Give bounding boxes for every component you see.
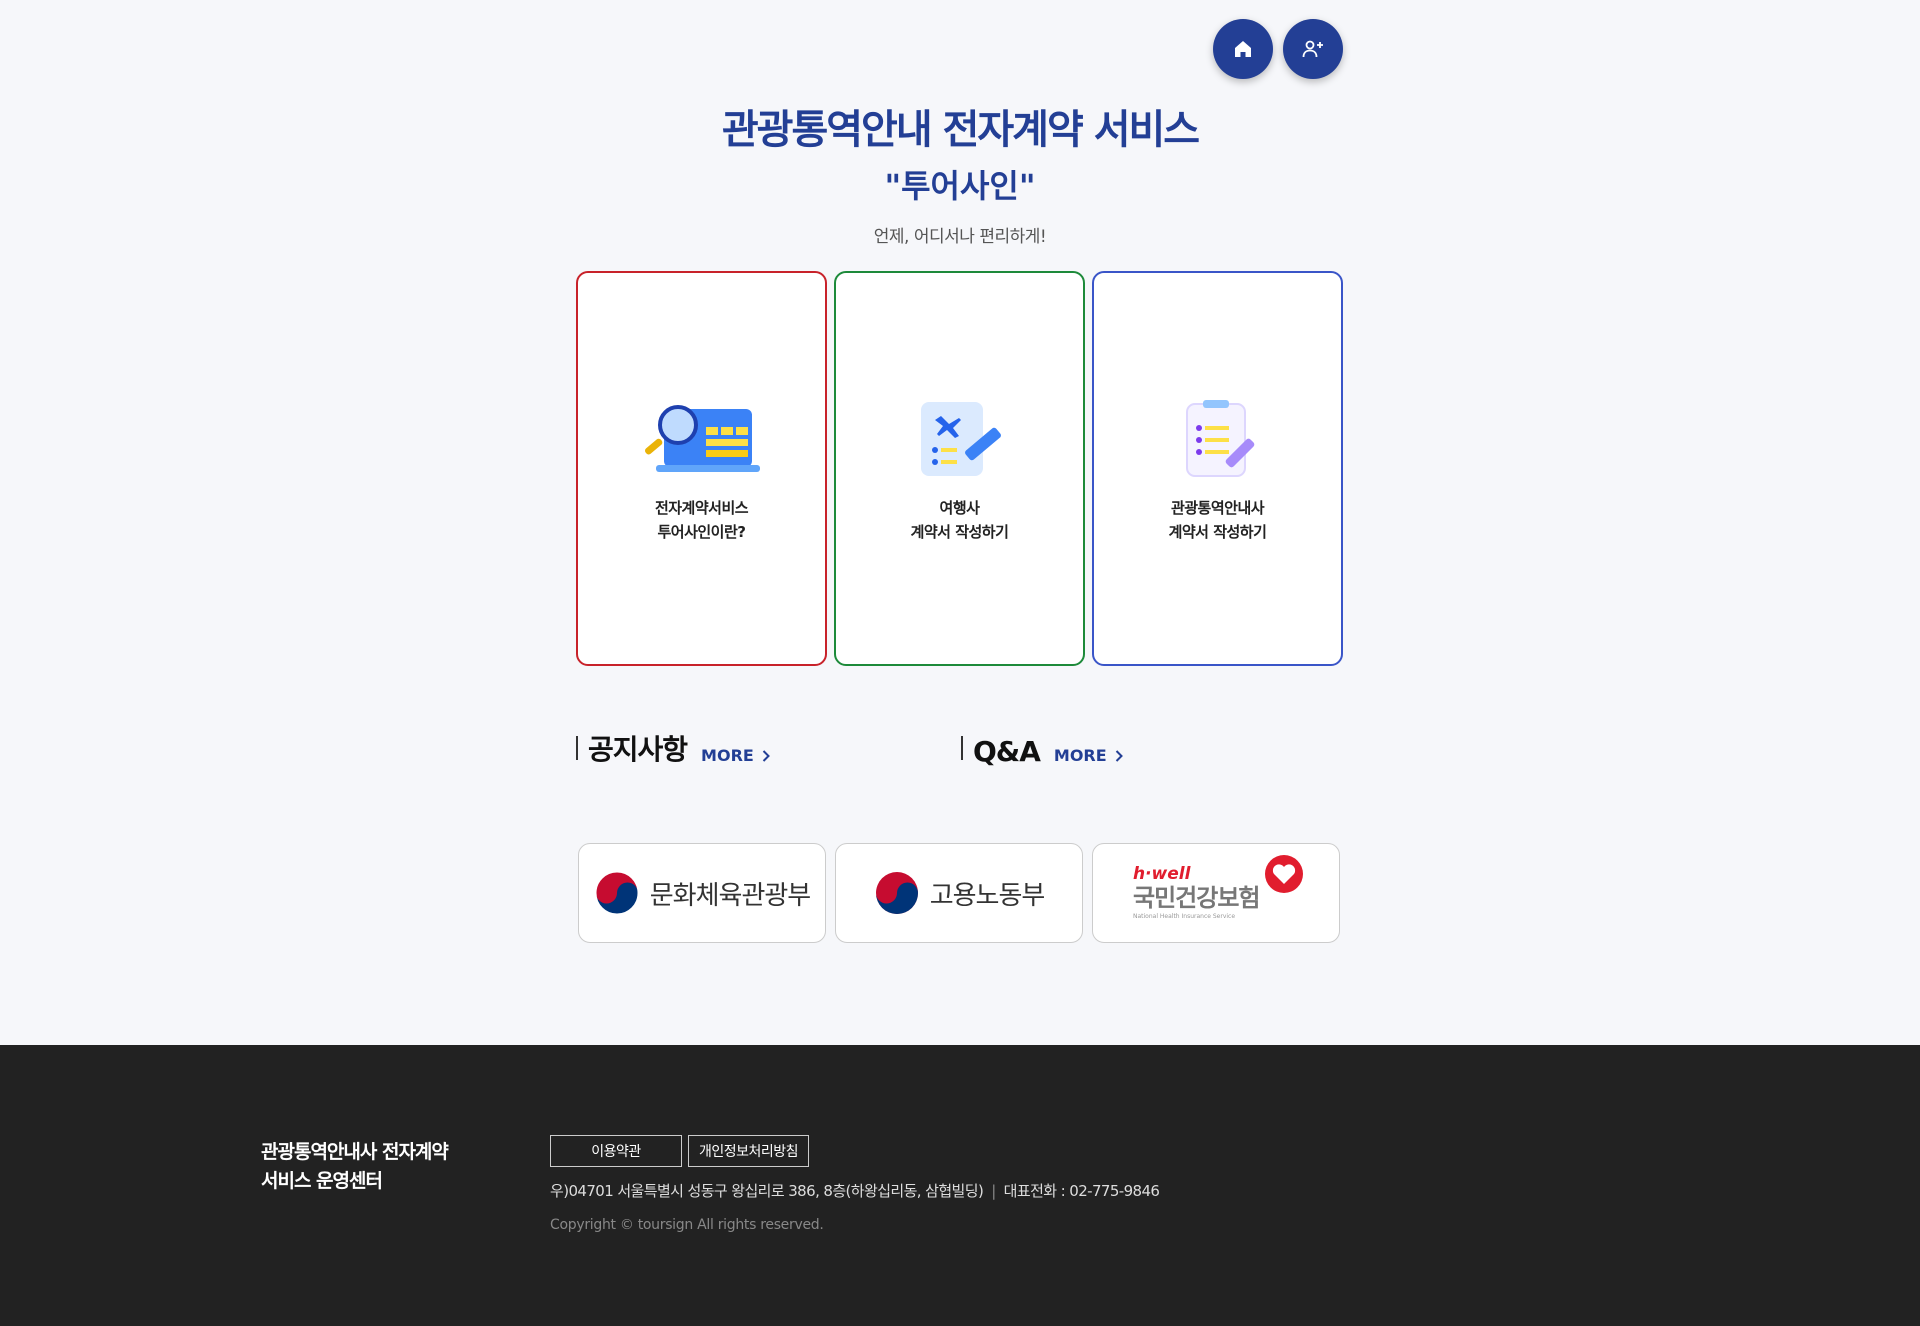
home-button[interactable] — [1213, 19, 1273, 79]
top-actions — [1213, 19, 1343, 79]
title-bar — [961, 736, 963, 760]
card-agency-contract[interactable]: 여행사 계약서 작성하기 — [834, 271, 1085, 666]
travel-document-icon — [900, 394, 1020, 484]
partner-mcst[interactable]: 문화체육관광부 — [578, 843, 826, 943]
card-guide-contract[interactable]: 관광통역안내사 계약서 작성하기 — [1092, 271, 1343, 666]
service-name: "투어사인" — [884, 167, 1036, 205]
qna-more-link[interactable]: MORE — [1054, 746, 1123, 765]
partner-name: 국민건강보험 — [1133, 884, 1260, 912]
footer-address: 우)04701 서울특별시 성동구 왕십리로 386, 8층(하왕십리동, 삼협… — [550, 1182, 1160, 1200]
partner-brand: h·well — [1133, 864, 1191, 884]
notice-board: 공지사항 MORE — [576, 728, 961, 768]
card-label: 여행사 계약서 작성하기 — [910, 498, 1009, 541]
footer-org-name: 관광통역안내사 전자계약 서비스 운영센터 — [261, 1141, 449, 1192]
taegeuk-logo-icon — [875, 872, 918, 914]
qna-title: Q&A — [973, 735, 1041, 768]
notice-more-link[interactable]: MORE — [701, 746, 770, 765]
signup-button[interactable] — [1283, 19, 1343, 79]
card-label: 전자계약서비스 투어사인이란? — [654, 498, 749, 541]
home-icon — [1235, 41, 1251, 57]
footer-phone: 대표전화 : 02-775-9846 — [1003, 1182, 1160, 1200]
terms-link[interactable]: 이용약관 — [550, 1135, 682, 1167]
hero: 관광통역안내 전자계약 서비스 "투어사인" 언제, 어디서나 편리하게! — [0, 100, 1920, 247]
chevron-right-icon — [762, 749, 770, 762]
boards-section: 공지사항 MORE Q&A MORE — [576, 728, 1346, 768]
partner-logos: 문화체육관광부 고용노동부 h·well 국민건강보험 National Hea… — [578, 843, 1340, 943]
card-about-service[interactable]: 전자계약서비스 투어사인이란? — [576, 271, 827, 666]
taegeuk-logo-icon — [595, 871, 639, 915]
partner-moel[interactable]: 고용노동부 — [835, 843, 1083, 943]
footer-links: 이용약관 개인정보처리방침 — [550, 1135, 810, 1167]
service-cards: 전자계약서비스 투어사인이란? 여행사 계약서 작성하기 관광통역안내사 계약서… — [576, 271, 1343, 666]
hero-description: 언제, 어디서나 편리하게! — [873, 227, 1047, 247]
footer: 관광통역안내사 전자계약 서비스 운영센터 이용약관 개인정보처리방침 우)04… — [0, 1045, 1920, 1326]
title-bar — [576, 736, 578, 760]
privacy-link[interactable]: 개인정보처리방침 — [688, 1135, 810, 1167]
user-plus-icon — [1302, 40, 1323, 58]
page-title: 관광통역안내 전자계약 서비스 — [721, 107, 1200, 153]
card-label: 관광통역안내사 계약서 작성하기 — [1168, 498, 1267, 541]
partner-name: 고용노동부 — [929, 880, 1046, 911]
laptop-search-icon — [642, 394, 762, 484]
footer-copyright: Copyright © toursign All rights reserved… — [550, 1217, 824, 1233]
heart-logo-icon — [1265, 855, 1303, 893]
partner-name: 문화체육관광부 — [649, 880, 811, 911]
partner-subname: National Health Insurance Service — [1133, 913, 1236, 920]
qna-board: Q&A MORE — [961, 728, 1346, 768]
partner-nhis[interactable]: h·well 국민건강보험 National Health Insurance … — [1092, 843, 1340, 943]
chevron-right-icon — [1115, 749, 1123, 762]
clipboard-pen-icon — [1158, 394, 1278, 484]
notice-title: 공지사항 — [588, 733, 688, 766]
